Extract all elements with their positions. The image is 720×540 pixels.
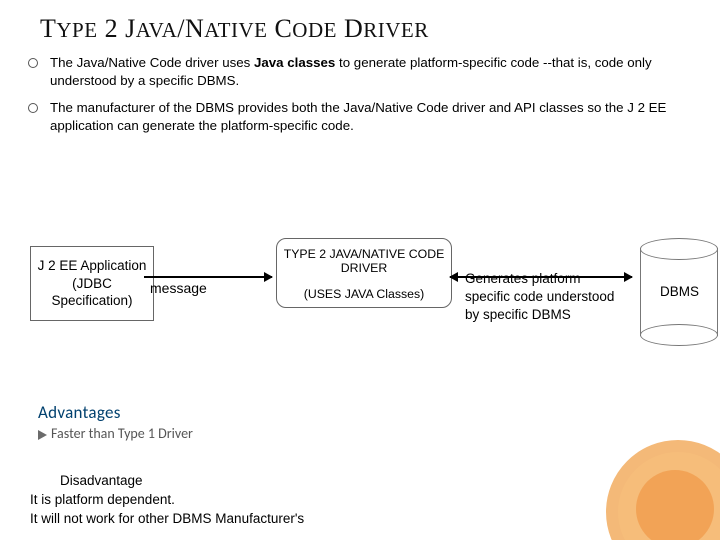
advantages-heading: Advantages <box>38 402 193 423</box>
advantages-block: Advantages Faster than Type 1 Driver <box>38 402 193 442</box>
flow-diagram: J 2 EE Application (JDBC Specification) … <box>10 236 720 406</box>
triangle-bullet-icon <box>38 430 47 440</box>
bullet-text: The Java/Native Code driver uses <box>50 55 254 70</box>
bullet-text: The manufacturer of the DBMS provides bo… <box>50 100 666 133</box>
slide-title: TYPE 2 JAVA/NATIVE CODE DRIVER <box>40 14 720 44</box>
label-message: message <box>150 280 207 296</box>
box-driver: TYPE 2 JAVA/NATIVE CODE DRIVER (USES JAV… <box>276 238 452 308</box>
label-dbms: DBMS <box>660 284 699 299</box>
bullet-bold: Java classes <box>254 55 335 70</box>
advantage-text: Faster than Type 1 Driver <box>51 425 193 442</box>
decorative-circle-icon <box>636 470 714 540</box>
advantage-item: Faster than Type 1 Driver <box>38 425 193 442</box>
box-j2ee-app: J 2 EE Application (JDBC Specification) <box>30 246 154 321</box>
label-generates: Generates platform specific code underst… <box>465 270 625 325</box>
disadvantage-line: It is platform dependent. <box>30 491 304 510</box>
disadvantage-heading: Disadvantage <box>60 472 304 491</box>
bullet-item: The Java/Native Code driver uses Java cl… <box>28 54 706 91</box>
driver-title: TYPE 2 JAVA/NATIVE CODE DRIVER <box>281 247 447 275</box>
disadvantage-block: Disadvantage It is platform dependent. I… <box>30 472 304 529</box>
bullet-item: The manufacturer of the DBMS provides bo… <box>28 99 706 136</box>
disadvantage-line: It will not work for other DBMS Manufact… <box>30 510 304 529</box>
driver-subtitle: (USES JAVA Classes) <box>304 287 425 301</box>
arrow-icon <box>144 276 272 278</box>
bullet-list: The Java/Native Code driver uses Java cl… <box>0 54 720 135</box>
